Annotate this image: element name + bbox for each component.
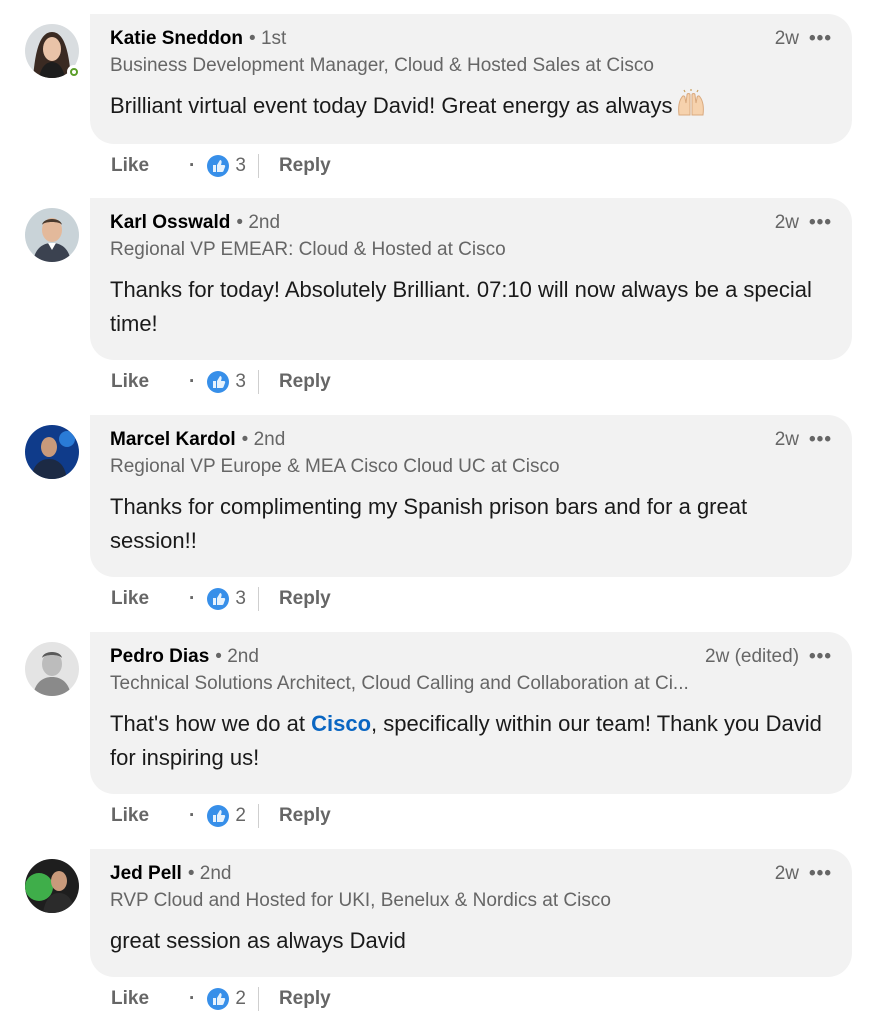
connection-degree: • 2nd [215,646,259,667]
more-options-icon[interactable]: ••• [809,212,832,234]
comment-actions: Like · 2 Reply [111,985,331,1013]
comment-time: 2w [774,212,800,233]
reply-button[interactable]: Reply [279,371,331,393]
commenter-headline: RVP Cloud and Hosted for UKI, Benelux & … [110,890,611,911]
comment-text: great session as always David [110,924,832,958]
reaction-count[interactable]: 3 [235,588,246,610]
connection-degree: • 1st [249,28,287,49]
separator-dot: · [189,155,196,176]
commenter-headline: Business Development Manager, Cloud & Ho… [110,55,654,76]
reply-button[interactable]: Reply [279,805,331,827]
separator-dot: · [189,371,196,392]
connection-degree: • 2nd [187,863,232,884]
connection-degree: • 2nd [241,429,286,450]
comment-text-content: great session as always David [110,928,406,953]
comment-text: Brilliant virtual event today David! Gre… [110,89,832,127]
avatar[interactable] [25,24,81,79]
like-reaction-icon[interactable] [207,988,230,1010]
commenter-name[interactable]: Karl Osswald [110,212,230,234]
like-button[interactable]: Like [111,588,149,610]
commenter-headline: Regional VP EMEAR: Cloud & Hosted at Cis… [110,239,506,260]
like-reaction-icon[interactable] [207,371,230,393]
like-button[interactable]: Like [111,371,149,393]
commenter-name[interactable]: Marcel Kardol [110,429,236,451]
avatar[interactable] [25,859,79,913]
commenter-headline: Regional VP Europe & MEA Cisco Cloud UC … [110,456,560,477]
online-status-icon [67,65,81,79]
divider [257,987,259,1011]
avatar[interactable] [25,425,79,479]
separator-dot: · [189,988,196,1009]
reaction-count[interactable]: 2 [235,805,246,827]
comments-feed: Katie Sneddon • 1st 2w ••• Business Deve… [0,0,873,1024]
comment-text: That's how we do at Cisco, specifically … [110,707,832,775]
comment-actions: Like · 3 Reply [111,152,331,180]
like-button[interactable]: Like [111,988,149,1010]
like-reaction-icon[interactable] [207,155,230,177]
connection-degree: • 2nd [236,212,281,233]
reaction-count[interactable]: 3 [235,155,246,177]
like-reaction-icon[interactable] [207,588,230,610]
separator-dot: · [189,805,196,826]
comment-bubble: Karl Osswald • 2nd 2w ••• Regional VP EM… [90,198,852,360]
reply-button[interactable]: Reply [279,155,331,177]
comment-bubble: Katie Sneddon • 1st 2w ••• Business Deve… [90,14,852,144]
reply-button[interactable]: Reply [279,988,331,1010]
reaction-count[interactable]: 2 [235,988,246,1010]
comment-text: Thanks for complimenting my Spanish pris… [110,490,832,558]
comment-text-content: That's how we do at [110,711,312,736]
like-button[interactable]: Like [111,155,149,177]
divider [257,154,259,178]
comment-text: Thanks for today! Absolutely Brilliant. … [110,273,832,341]
more-options-icon[interactable]: ••• [809,863,832,885]
raising-hands-emoji-icon [676,89,706,127]
comment-time: 2w (edited) [705,646,800,667]
comment-time: 2w [774,28,800,49]
comment-actions: Like · 3 Reply [111,368,331,396]
comment-bubble: Marcel Kardol • 2nd 2w ••• Regional VP E… [90,415,852,577]
comment-text-content: Thanks for today! Absolutely Brilliant. … [110,277,812,336]
divider [257,587,259,611]
reply-button[interactable]: Reply [279,588,331,610]
more-options-icon[interactable]: ••• [809,28,832,50]
avatar[interactable] [25,208,79,262]
more-options-icon[interactable]: ••• [809,646,832,668]
comment-time: 2w [774,429,800,450]
comment-text-content: Thanks for complimenting my Spanish pris… [110,494,748,553]
comment-actions: Like · 2 Reply [111,802,331,830]
comment-text-content: Brilliant virtual event today David! Gre… [110,93,673,118]
more-options-icon[interactable]: ••• [809,429,832,451]
like-button[interactable]: Like [111,805,149,827]
separator-dot: · [189,588,196,609]
reaction-count[interactable]: 3 [235,371,246,393]
comment-time: 2w [774,863,800,884]
commenter-name[interactable]: Pedro Dias [110,646,209,668]
commenter-headline: Technical Solutions Architect, Cloud Cal… [110,673,689,694]
commenter-name[interactable]: Jed Pell [110,863,182,885]
avatar[interactable] [25,642,79,696]
commenter-name[interactable]: Katie Sneddon [110,28,243,50]
like-reaction-icon[interactable] [207,805,230,827]
divider [257,804,259,828]
company-mention-link[interactable]: Cisco [311,711,371,736]
comment-bubble: Pedro Dias • 2nd 2w (edited) ••• Technic… [90,632,852,794]
comment-bubble: Jed Pell • 2nd 2w ••• RVP Cloud and Host… [90,849,852,977]
divider [257,370,259,394]
comment-actions: Like · 3 Reply [111,585,331,613]
